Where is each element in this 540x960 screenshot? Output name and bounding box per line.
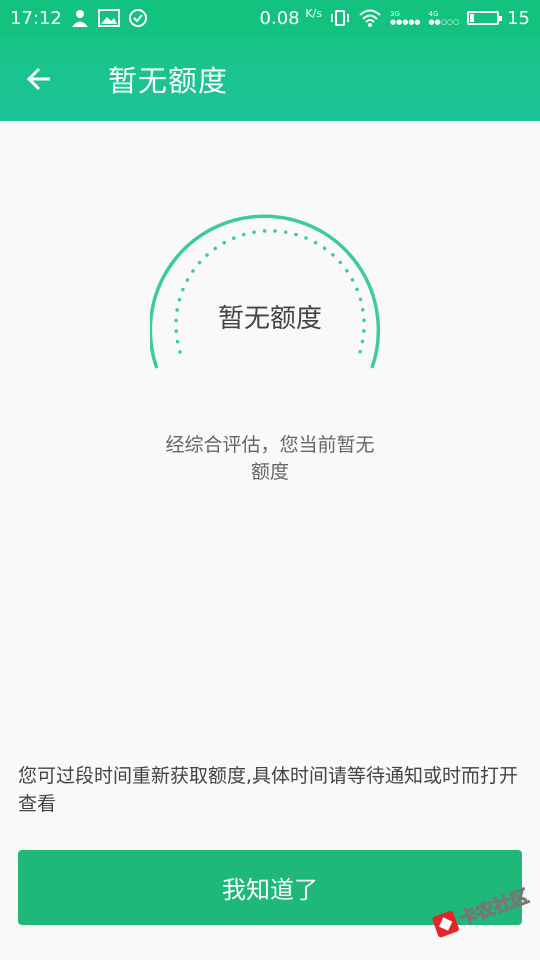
watermark-text: 卡农社区 (456, 885, 532, 931)
status-bar: 17:12 0.08 K/s 3G ●●●●● 4G ●●○○○ 15 (0, 0, 540, 36)
net-speed-value: 0.08 (259, 8, 300, 29)
vibrate-icon (330, 8, 350, 28)
status-bar-right: 0.08 K/s 3G ●●●●● 4G ●●○○○ 15 (260, 7, 530, 29)
net-speed: 0.08 K/s (260, 7, 322, 29)
description-line-2: 额度 (250, 461, 289, 483)
signal-icon: 3G ●●●●● (390, 10, 421, 26)
battery-icon (467, 11, 503, 25)
retry-hint: 您可过段时间重新获取额度,具体时间请等待通知或时而打开查看 (18, 765, 519, 815)
signal-icon-2: 4G ●●○○○ (429, 10, 460, 26)
battery-level-fill (470, 14, 475, 22)
battery-level: 15 (507, 7, 530, 29)
sim2-label: 4G (428, 10, 439, 18)
app-bar: 暂无额度 (0, 36, 540, 121)
gauge-outer-arc (150, 214, 381, 369)
description-line-1: 经综合评估，您当前暂无 (165, 434, 375, 456)
status-time: 17:12 (10, 7, 62, 29)
image-icon (97, 9, 120, 27)
wifi-icon (358, 9, 382, 27)
sim1-bars: ●●●●● (390, 18, 421, 26)
check-circle-icon (128, 8, 148, 28)
watermark-logo-icon (431, 909, 460, 939)
quota-gauge (150, 214, 381, 369)
back-button[interactable] (0, 36, 80, 121)
arrow-left-icon (26, 67, 50, 90)
page-title: 暂无额度 (108, 63, 229, 98)
gauge-label: 暂无额度 (217, 304, 322, 334)
evaluation-description: 经综合评估，您当前暂无 额度 (150, 432, 390, 486)
net-speed-unit: K/s (305, 7, 322, 20)
person-icon (70, 8, 90, 28)
sim2-bars: ●●○○○ (428, 18, 460, 26)
sim1-label: 3G (390, 10, 400, 18)
status-bar-left: 17:12 (10, 8, 148, 29)
